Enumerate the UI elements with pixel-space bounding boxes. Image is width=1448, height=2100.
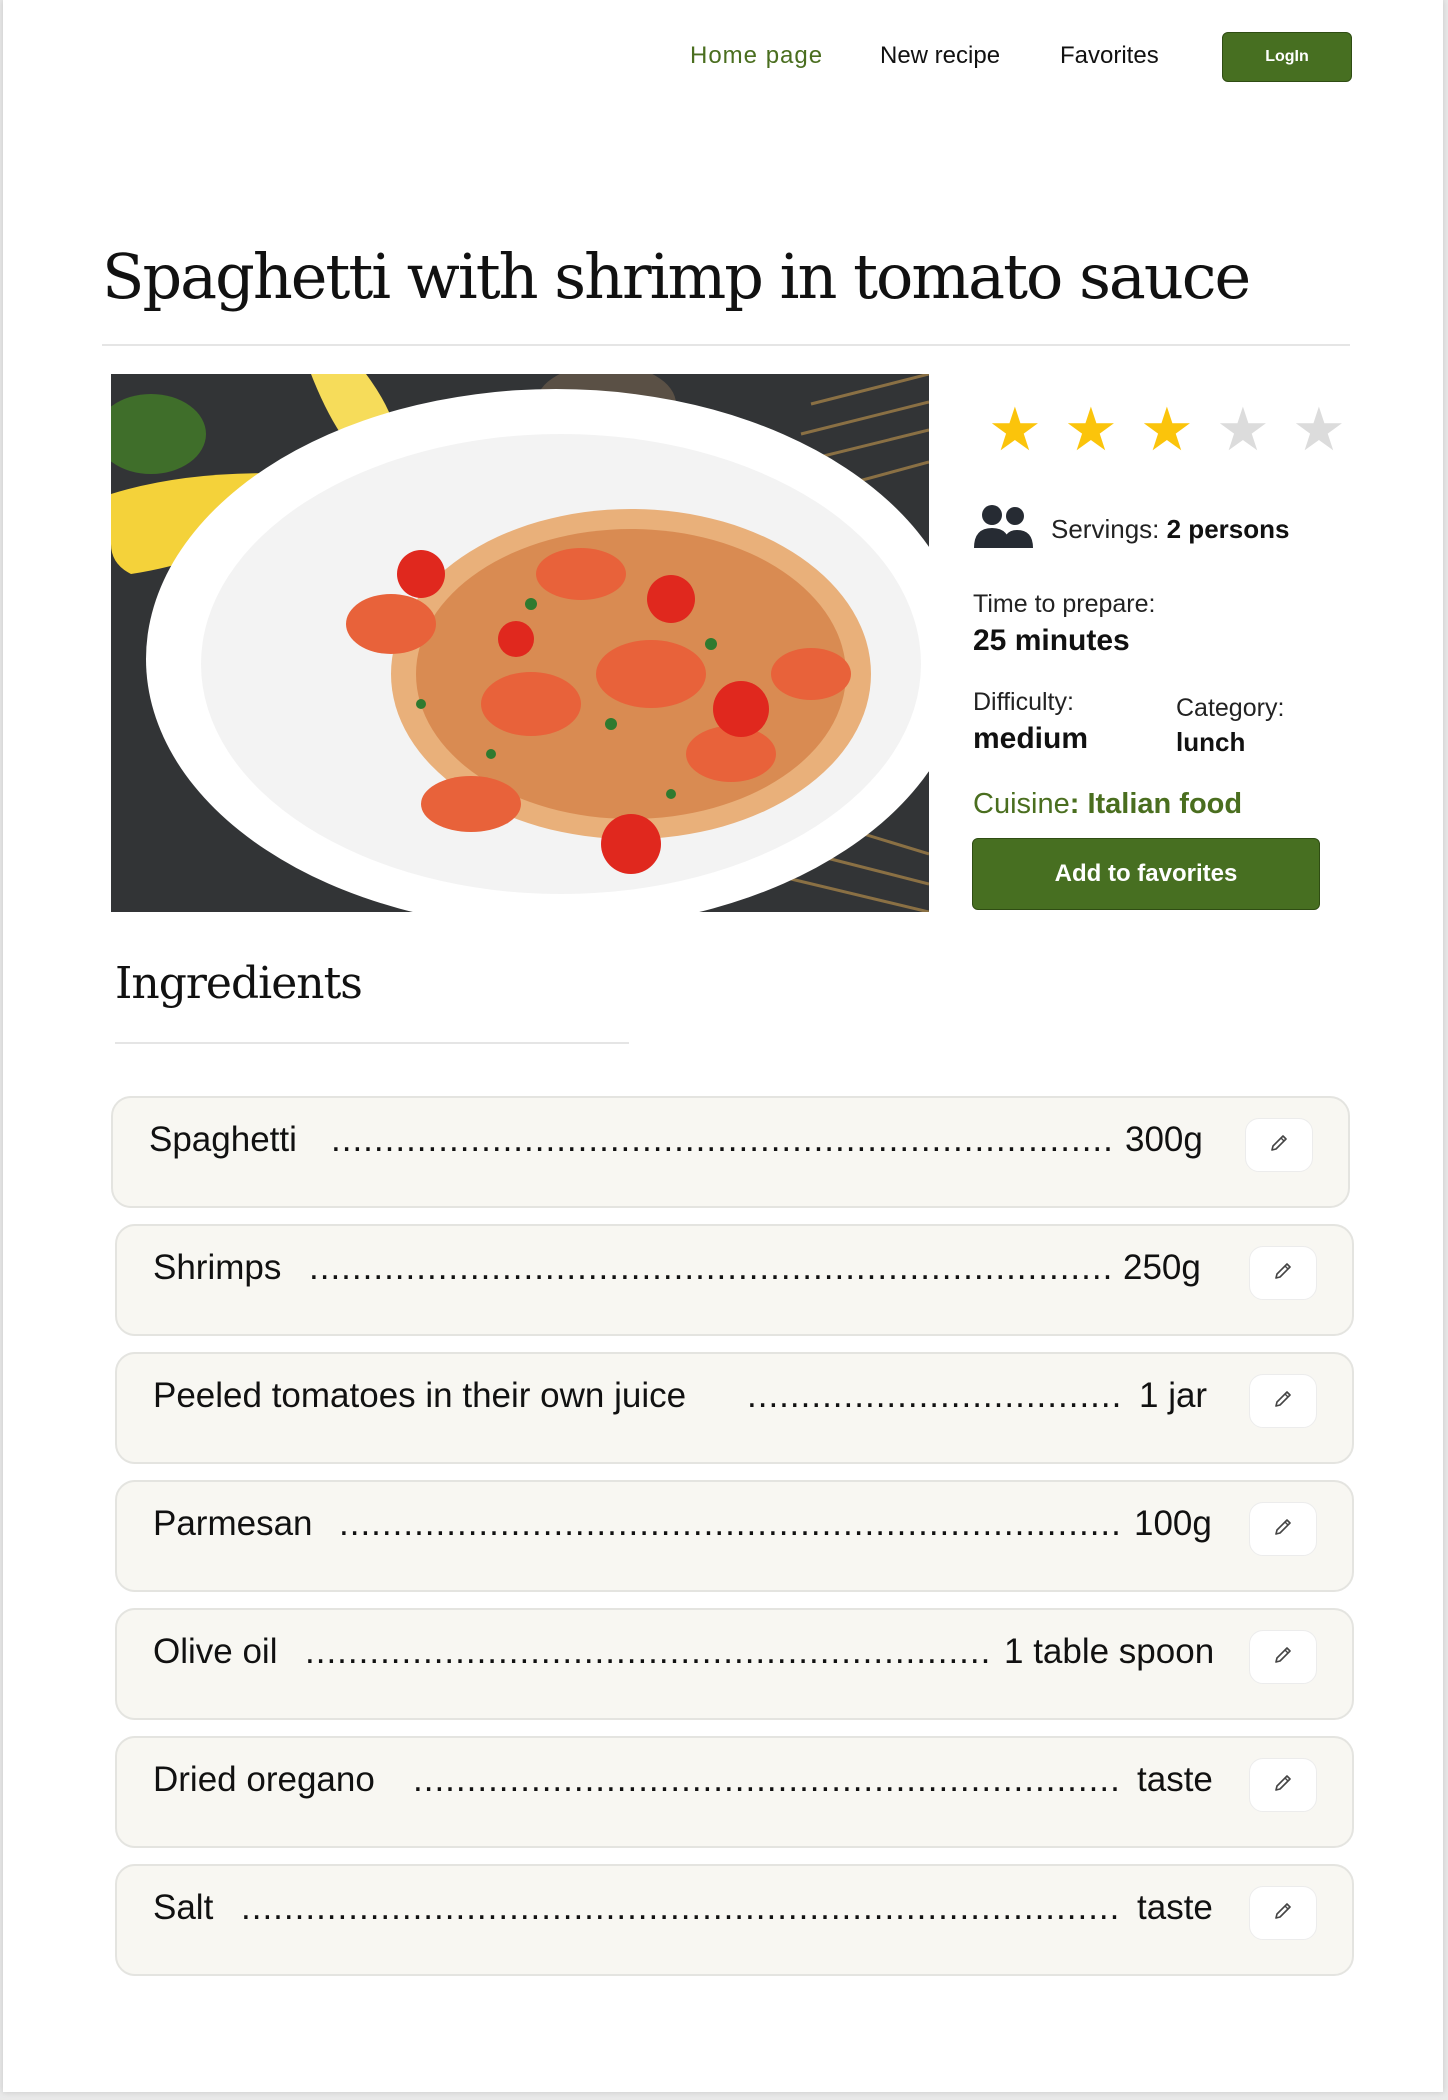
- star-icon[interactable]: ★: [1064, 400, 1118, 460]
- pencil-icon: [1272, 1388, 1294, 1415]
- dot-leader: ........................................…: [241, 1888, 1122, 1927]
- ingredients-divider: [115, 1042, 629, 1044]
- ingredient-row: Salt....................................…: [115, 1864, 1354, 1976]
- ingredient-name: Parmesan: [153, 1504, 313, 1543]
- category-label: Category:: [1176, 694, 1285, 722]
- servings-info: Servings: 2 persons: [973, 500, 1353, 556]
- add-to-favorites-button[interactable]: Add to favorites: [972, 838, 1320, 910]
- edit-ingredient-button[interactable]: [1249, 1886, 1317, 1940]
- people-icon: [973, 504, 1035, 555]
- ingredient-quantity: 1 jar: [1139, 1376, 1208, 1415]
- login-button[interactable]: LogIn: [1222, 32, 1352, 82]
- ingredient-row: Peeled tomatoes in their own juice......…: [115, 1352, 1354, 1464]
- star-icon[interactable]: ★: [1140, 400, 1194, 460]
- ingredient-row: Olive oil...............................…: [115, 1608, 1354, 1720]
- edit-ingredient-button[interactable]: [1249, 1502, 1317, 1556]
- pencil-icon: [1272, 1772, 1294, 1799]
- ingredients-heading: Ingredients: [115, 958, 363, 1009]
- servings-value: 2 persons: [1166, 514, 1290, 544]
- dot-leader: ........................................…: [413, 1760, 1122, 1799]
- dot-leader: ........................................…: [309, 1248, 1112, 1287]
- ingredient-row: Shrimps.................................…: [115, 1224, 1354, 1336]
- ingredient-name: Olive oil: [153, 1632, 278, 1671]
- ingredient-name: Dried oregano: [153, 1760, 375, 1799]
- category-value: lunch: [1176, 727, 1246, 757]
- top-nav: Home page New recipe Favorites LogIn: [3, 32, 1443, 82]
- cuisine-separator: :: [1069, 788, 1080, 820]
- ingredient-quantity: 300g: [1125, 1120, 1203, 1159]
- cuisine-info: Cuisine: Italian food: [973, 788, 1242, 821]
- star-icon[interactable]: ★: [988, 400, 1042, 460]
- cuisine-label: Cuisine: [973, 788, 1070, 820]
- ingredient-quantity: 100g: [1134, 1504, 1212, 1543]
- pencil-icon: [1272, 1900, 1294, 1927]
- ingredient-name: Spaghetti: [149, 1120, 297, 1159]
- ingredient-name: Shrimps: [153, 1248, 282, 1287]
- servings-label: Servings:: [1051, 514, 1160, 544]
- dot-leader: ........................................…: [339, 1504, 1122, 1543]
- title-divider: [102, 344, 1350, 346]
- ingredient-quantity: taste: [1137, 1760, 1213, 1799]
- dot-leader: ........................................…: [747, 1376, 1122, 1415]
- ingredient-name: Salt: [153, 1888, 214, 1927]
- ingredient-row: Spaghetti...............................…: [111, 1096, 1350, 1208]
- time-value: 25 minutes: [973, 624, 1130, 657]
- nav-home-link[interactable]: Home page: [690, 42, 823, 70]
- edit-ingredient-button[interactable]: [1249, 1630, 1317, 1684]
- recipe-photo: [111, 374, 929, 912]
- nav-new-recipe-link[interactable]: New recipe: [880, 42, 1000, 70]
- ingredient-name: Peeled tomatoes in their own juice: [153, 1376, 687, 1415]
- ingredient-quantity: taste: [1137, 1888, 1213, 1927]
- rating-stars: ★ ★ ★ ★ ★: [988, 400, 1358, 460]
- ingredient-quantity: 1 table spoon: [1004, 1632, 1215, 1671]
- ingredient-row: Parmesan................................…: [115, 1480, 1354, 1592]
- edit-ingredient-button[interactable]: [1249, 1374, 1317, 1428]
- pencil-icon: [1268, 1132, 1290, 1159]
- edit-ingredient-button[interactable]: [1249, 1758, 1317, 1812]
- ingredient-row: Dried oregano...........................…: [115, 1736, 1354, 1848]
- cuisine-value: Italian food: [1087, 788, 1243, 820]
- page-title: Spaghetti with shrimp in tomato sauce: [102, 240, 1251, 313]
- pencil-icon: [1272, 1260, 1294, 1287]
- recipe-page: Home page New recipe Favorites LogIn Spa…: [3, 0, 1443, 2092]
- dot-leader: ........................................…: [331, 1120, 1113, 1159]
- pencil-icon: [1272, 1644, 1294, 1671]
- star-icon[interactable]: ★: [1292, 400, 1346, 460]
- ingredient-quantity: 250g: [1123, 1248, 1201, 1287]
- difficulty-value: medium: [973, 722, 1089, 755]
- star-icon[interactable]: ★: [1216, 400, 1270, 460]
- nav-favorites-link[interactable]: Favorites: [1060, 42, 1159, 70]
- edit-ingredient-button[interactable]: [1245, 1118, 1313, 1172]
- dot-leader: ........................................…: [305, 1632, 992, 1671]
- pencil-icon: [1272, 1516, 1294, 1543]
- time-label: Time to prepare:: [973, 590, 1156, 618]
- edit-ingredient-button[interactable]: [1249, 1246, 1317, 1300]
- difficulty-label: Difficulty:: [973, 688, 1074, 716]
